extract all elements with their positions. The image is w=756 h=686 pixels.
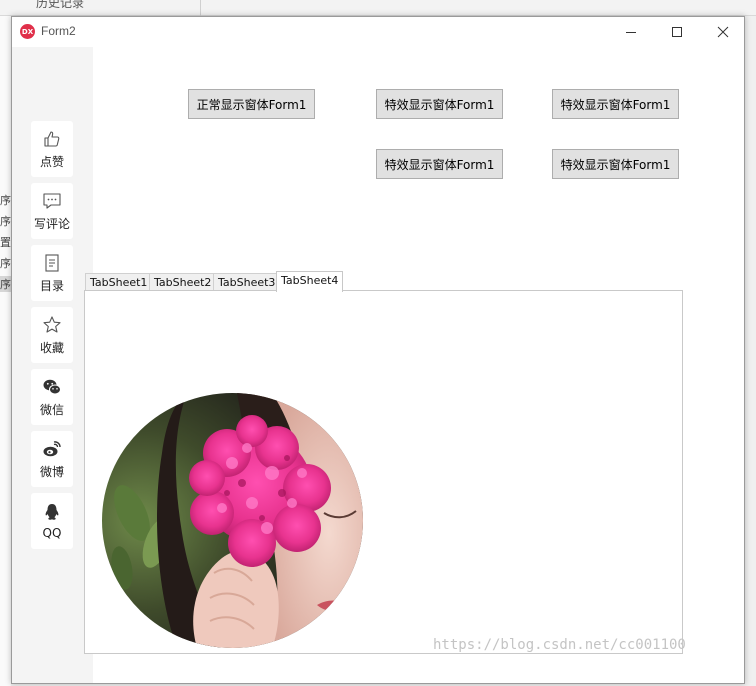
tab-tabsheet4[interactable]: TabSheet4 [276, 271, 344, 292]
sidebar-item-contents[interactable]: 目录 [31, 245, 73, 301]
wechat-icon [43, 379, 61, 394]
sidebar-item-like[interactable]: 点赞 [31, 121, 73, 177]
sidebar-item-wechat[interactable]: 微信 [31, 369, 73, 425]
minimize-icon [626, 32, 636, 33]
star-icon [43, 315, 61, 333]
tab-page-content [84, 290, 683, 654]
circular-photo [102, 393, 363, 648]
form2-window: DX Form2 点赞 写评论 目录 收藏 微信 微博 QQ 正常显示窗体For… [11, 16, 745, 684]
title-bar[interactable]: DX Form2 [12, 17, 744, 47]
sidebar-item-weibo[interactable]: 微博 [31, 431, 73, 487]
effect-show-form1-button-2[interactable]: 特效显示窗体Form1 [552, 89, 679, 119]
background-app-bar: 历史记录 [0, 0, 756, 16]
sidebar-item-label: 微博 [39, 464, 64, 479]
background-list-char-selected: 序 [0, 276, 11, 292]
sidebar-item-comment[interactable]: 写评论 [31, 183, 73, 239]
sidebar-item-label: 点赞 [39, 154, 64, 169]
tab-tabsheet3[interactable]: TabSheet3 [213, 273, 281, 291]
sidebar-item-label: QQ [42, 526, 62, 540]
thumbs-up-icon [44, 130, 60, 147]
flower-photo-image [102, 393, 363, 648]
comment-icon [43, 192, 61, 209]
tab-tabsheet1[interactable]: TabSheet1 [85, 273, 153, 291]
sidebar-item-favorite[interactable]: 收藏 [31, 307, 73, 363]
background-list-char: 序 [0, 194, 11, 207]
close-button[interactable] [700, 17, 746, 47]
maximize-button[interactable] [654, 17, 700, 47]
sidebar-item-label: 目录 [39, 278, 64, 293]
normal-show-form1-button[interactable]: 正常显示窗体Form1 [188, 89, 315, 119]
background-list-char: 序 [0, 257, 11, 270]
qq-penguin-icon [45, 504, 59, 520]
sidebar-item-label: 收藏 [39, 340, 64, 355]
effect-show-form1-button-4[interactable]: 特效显示窗体Form1 [552, 149, 679, 179]
tab-tabsheet2[interactable]: TabSheet2 [149, 273, 217, 291]
background-history-label: 历史记录 [36, 0, 85, 10]
background-app-list: 序 序 置 序 序 [0, 16, 11, 686]
effect-show-form1-button-3[interactable]: 特效显示窗体Form1 [376, 149, 503, 179]
window-title: Form2 [41, 24, 76, 38]
app-icon: DX [20, 24, 35, 39]
sidebar-item-label: 写评论 [33, 216, 70, 231]
maximize-icon [672, 27, 682, 37]
effect-show-form1-button-1[interactable]: 特效显示窗体Form1 [376, 89, 503, 119]
sidebar-item-label: 微信 [39, 402, 64, 417]
sidebar-item-qq[interactable]: QQ [31, 493, 73, 549]
document-icon [45, 253, 59, 272]
close-icon [717, 26, 729, 38]
weibo-icon [43, 440, 61, 456]
share-sidebar: 点赞 写评论 目录 收藏 微信 微博 QQ [12, 47, 93, 683]
background-divider [200, 0, 201, 16]
background-list-char: 置 [0, 236, 11, 249]
watermark-url: https://blog.csdn.net/cc001100 [433, 637, 686, 653]
minimize-button[interactable] [608, 17, 654, 47]
background-list-char: 序 [0, 215, 11, 228]
